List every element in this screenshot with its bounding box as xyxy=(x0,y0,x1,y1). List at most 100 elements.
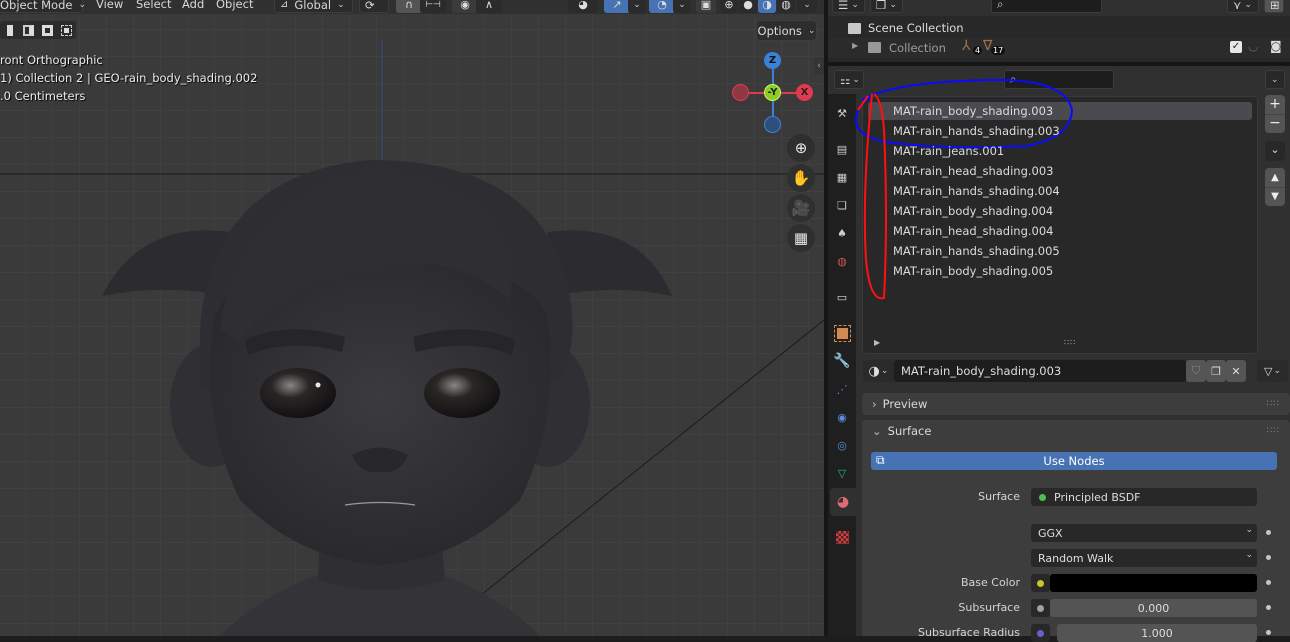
collection-row[interactable]: ▶ Collection ⅄ 4 ∇ 17 ✓ ◡ ◙ xyxy=(828,38,1290,58)
xray-toggle[interactable]: ▣ xyxy=(696,0,716,13)
tab-scene[interactable]: ♠ xyxy=(831,222,853,244)
sidebar-toggle[interactable]: ‹ xyxy=(814,57,824,75)
tab-view-layer[interactable]: ❏ xyxy=(831,194,853,216)
menu-select[interactable]: Select xyxy=(136,0,171,11)
keyframe-dot[interactable] xyxy=(1266,605,1271,610)
editor-type-dropdown[interactable]: ⚏ ⌄ xyxy=(834,70,864,89)
menu-view[interactable]: View xyxy=(96,0,123,11)
shading-dropdown[interactable]: ⌄ xyxy=(797,0,817,13)
overlay-dropdown[interactable]: ⌄ xyxy=(673,0,691,13)
proportional-edit-toggle[interactable]: ◉ xyxy=(452,0,478,13)
gizmo-x-axis[interactable]: X xyxy=(796,84,813,101)
tab-world[interactable]: ◍ xyxy=(831,250,853,272)
gizmo-neg-z-axis[interactable] xyxy=(764,116,781,133)
drag-handle-icon[interactable]: ∷∷ xyxy=(1267,426,1280,436)
material-slot[interactable]: MAT-rain_hands_shading.005 xyxy=(893,242,1060,259)
menu-object[interactable]: Object xyxy=(216,0,253,11)
material-slot[interactable]: MAT-rain_body_shading.004 xyxy=(893,202,1053,219)
tab-object[interactable] xyxy=(831,322,853,344)
select-extend-button[interactable] xyxy=(19,21,38,39)
camera-view-button[interactable]: 🎥 xyxy=(787,194,815,222)
visibility-dropdown[interactable]: ◕ xyxy=(568,0,598,13)
shading-wireframe[interactable]: ⊕ xyxy=(720,0,738,13)
subsurface-radius-socket[interactable] xyxy=(1031,624,1050,642)
browse-material-button[interactable]: ◑ ⌄ xyxy=(863,360,894,382)
tab-modifiers[interactable]: 🔧 xyxy=(831,350,853,372)
menu-add[interactable]: Add xyxy=(182,0,204,11)
material-slot[interactable]: MAT-rain_jeans.001 xyxy=(893,142,1004,159)
move-slot-down-button[interactable]: ▼ xyxy=(1265,187,1285,206)
duplicate-material-button[interactable]: ❐ xyxy=(1206,360,1226,382)
tab-physics[interactable]: ◉ xyxy=(831,406,853,428)
base-color-socket[interactable] xyxy=(1031,574,1050,592)
display-mode-dropdown[interactable]: ☰ ⌄ xyxy=(832,0,865,13)
add-slot-button[interactable]: + xyxy=(1265,95,1285,114)
gizmo-z-axis[interactable]: Z xyxy=(764,52,781,69)
material-slot[interactable]: MAT-rain_body_shading.005 xyxy=(893,262,1053,279)
keyframe-dot[interactable] xyxy=(1266,530,1271,535)
material-slot-active[interactable]: MAT-rain_body_shading.003 xyxy=(893,102,1053,119)
select-new-button[interactable] xyxy=(0,21,19,39)
select-subtract-button[interactable] xyxy=(38,21,57,39)
distribution-dropdown[interactable]: GGX ⌄ xyxy=(1031,524,1257,542)
pan-button[interactable]: ✋ xyxy=(787,164,815,192)
falloff-dropdown[interactable]: ∧ xyxy=(476,0,502,13)
material-slot[interactable]: MAT-rain_hands_shading.003 xyxy=(893,122,1060,139)
subsurface-method-dropdown[interactable]: Random Walk ⌄ xyxy=(1031,549,1257,567)
tab-tool[interactable]: ⚒ xyxy=(831,102,853,124)
tab-data[interactable]: ▽ xyxy=(831,462,853,484)
overlay-toggle[interactable]: ◔ xyxy=(649,0,675,13)
keyframe-dot[interactable] xyxy=(1266,630,1271,635)
camera-render-icon[interactable]: ◙ xyxy=(1270,39,1282,53)
scene-collection-row[interactable]: Scene Collection xyxy=(848,21,964,35)
gizmo-y-axis[interactable]: -Y xyxy=(764,84,781,101)
tab-material[interactable]: ◕ xyxy=(830,488,856,516)
expand-filter-icon[interactable]: ▶ xyxy=(874,338,880,347)
gizmo-dropdown[interactable]: ⌄ xyxy=(628,0,646,13)
list-resize-handle[interactable]: ∷∷ xyxy=(1064,338,1076,347)
gizmo-toggle[interactable]: ↗ xyxy=(604,0,630,13)
mode-dropdown[interactable]: Object Mode ⌄ xyxy=(0,0,86,13)
filter-dropdown[interactable]: ⋎ ⌄ xyxy=(1227,0,1259,13)
gizmo-neg-x-axis[interactable] xyxy=(732,84,749,101)
3d-viewport[interactable]: Object Mode ⌄ View Select Add Object ⊿ G… xyxy=(0,0,824,636)
shading-solid[interactable]: ● xyxy=(739,0,757,13)
expand-triangle-icon[interactable]: ▶ xyxy=(852,41,858,50)
exclude-checkbox[interactable]: ✓ xyxy=(1230,41,1242,53)
tab-collection[interactable]: ▭ xyxy=(831,286,853,308)
base-color-swatch[interactable] xyxy=(1050,574,1257,592)
material-name-field[interactable]: MAT-rain_body_shading.003 xyxy=(894,360,1186,382)
tab-constraints[interactable]: ◎ xyxy=(831,434,853,456)
material-slot[interactable]: MAT-rain_head_shading.003 xyxy=(893,162,1054,179)
material-slot[interactable]: MAT-rain_hands_shading.004 xyxy=(893,182,1060,199)
surface-panel-header[interactable]: ⌄ Surface ∷∷ xyxy=(862,420,1290,442)
properties-search-input[interactable]: ⌕ xyxy=(1004,70,1114,89)
surface-shader-field[interactable]: Principled BSDF xyxy=(1031,488,1257,506)
remove-slot-button[interactable]: − xyxy=(1265,114,1285,133)
keyframe-dot[interactable] xyxy=(1266,555,1271,560)
filter-view-dropdown[interactable]: ❐ ⌄ xyxy=(870,0,903,13)
subsurface-slider[interactable]: 0.000 xyxy=(1050,599,1257,617)
move-slot-up-button[interactable]: ▲ xyxy=(1265,168,1285,187)
snap-toggle[interactable]: ∩ xyxy=(396,0,422,13)
drag-handle-icon[interactable]: ∷∷ xyxy=(1267,399,1280,409)
shading-material-preview[interactable]: ◑ xyxy=(758,0,776,13)
snap-increment-dropdown[interactable]: ⊢⊣ xyxy=(420,0,446,13)
shading-rendered[interactable]: ◍ xyxy=(777,0,795,13)
zoom-button[interactable]: ⊕ xyxy=(787,134,815,162)
slot-specials-dropdown[interactable]: ⌄ xyxy=(1265,141,1285,161)
preview-panel-header[interactable]: › Preview ∷∷ xyxy=(862,393,1290,415)
hide-in-viewport-icon[interactable]: ◡ xyxy=(1248,39,1258,53)
tab-particles[interactable]: ⋰ xyxy=(831,378,853,400)
use-nodes-button[interactable]: ⧉ Use Nodes xyxy=(871,452,1277,470)
outliner-search-input[interactable]: ⌕ xyxy=(991,0,1102,13)
new-collection-button[interactable]: ⊞ xyxy=(1264,0,1284,13)
keyframe-dot[interactable] xyxy=(1266,580,1271,585)
tab-render[interactable]: ▤ xyxy=(831,138,853,160)
unlink-material-button[interactable]: ✕ xyxy=(1226,360,1246,382)
tab-texture[interactable] xyxy=(831,526,853,548)
ortho-toggle-button[interactable]: ▦ xyxy=(787,224,815,252)
pivot-dropdown[interactable]: ⟳ xyxy=(359,0,389,13)
subsurface-radius-field[interactable]: 1.000 xyxy=(1057,624,1257,642)
select-intersect-button[interactable] xyxy=(57,21,76,39)
